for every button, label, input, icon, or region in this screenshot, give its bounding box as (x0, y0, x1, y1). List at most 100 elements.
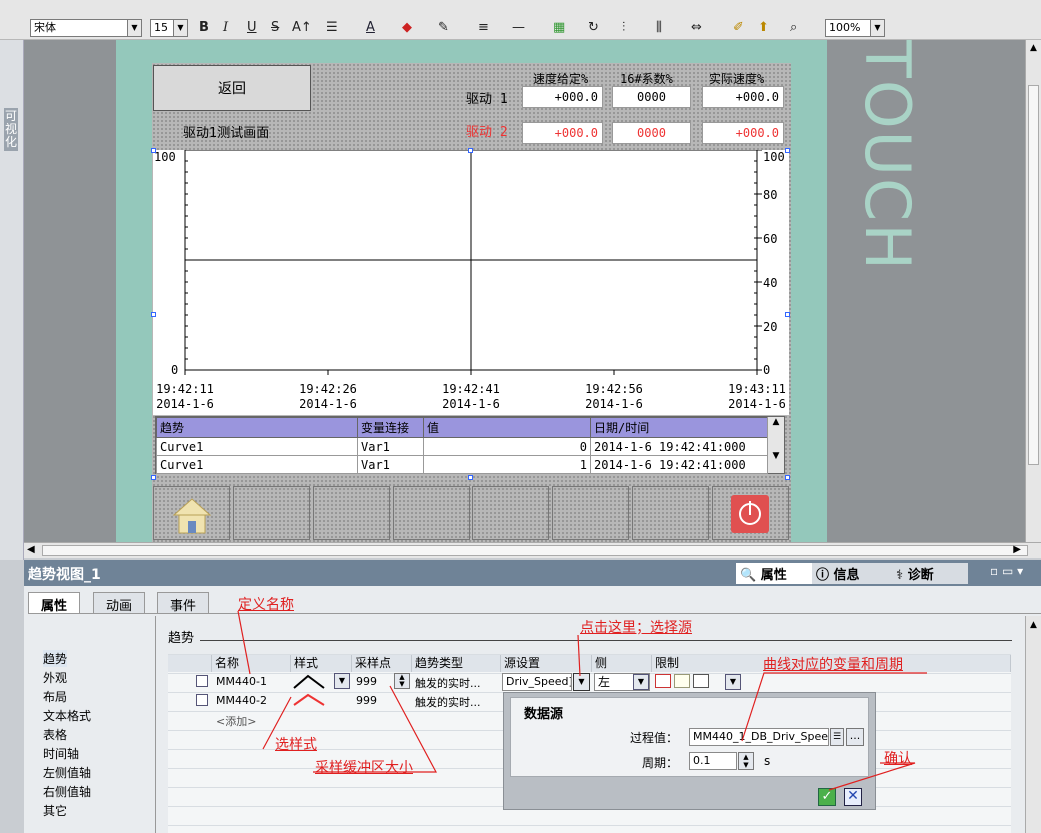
drive2-speed-set-field[interactable]: +000.0 (522, 122, 603, 144)
drive1-coef-field[interactable]: 0000 (612, 86, 691, 108)
row2-samples[interactable]: 999 (356, 694, 377, 707)
zoom-combo[interactable]: 100% ▼ (825, 19, 885, 37)
row1-style-preview[interactable] (292, 672, 328, 692)
drive1-speed-set-field[interactable]: +000.0 (522, 86, 603, 108)
function-key[interactable] (233, 486, 310, 540)
scroll-down-icon[interactable]: ▼ (768, 451, 784, 461)
table-scrollbar[interactable]: ▲ ▼ (767, 417, 784, 473)
row1-source-field[interactable]: Driv_Speed] (502, 673, 572, 691)
font-grow-icon[interactable]: A↑ (292, 19, 312, 37)
row1-samples[interactable]: 999 (356, 675, 377, 688)
confirm-check-icon[interactable]: ✓ (818, 788, 836, 806)
font-combo[interactable]: 宋体 ▼ (30, 19, 142, 37)
rotate-icon[interactable]: ↻ (588, 19, 599, 37)
period-spinner[interactable]: ▲ ▼ (738, 752, 754, 770)
scroll-thumb[interactable] (42, 545, 1028, 556)
table-row[interactable]: Curve1 Var1 1 2014-1-6 19:42:41:000 (156, 455, 768, 474)
side-dropdown-icon[interactable]: ▼ (633, 674, 649, 690)
home-key[interactable] (153, 486, 230, 540)
tag-list-icon[interactable]: ☰ (830, 728, 844, 746)
line-width-icon[interactable]: ≡ (478, 19, 489, 37)
side-item-layout[interactable]: 布局 (43, 688, 67, 705)
function-key[interactable] (552, 486, 629, 540)
selection-handle[interactable] (785, 475, 790, 480)
tab-events[interactable]: 事件 (157, 592, 210, 614)
row2-style-preview[interactable] (292, 691, 328, 711)
process-value-field[interactable]: MM440_1_DB_Driv_Spee (689, 728, 829, 746)
bold-button[interactable]: B (199, 19, 209, 37)
function-key[interactable] (632, 486, 709, 540)
selection-handle[interactable] (785, 312, 790, 317)
fill-color-icon[interactable]: ◆ (402, 19, 412, 37)
line-color-icon[interactable]: ✎ (438, 19, 449, 37)
drive1-actual-field[interactable]: +000.0 (702, 86, 784, 108)
tab-animation[interactable]: 动画 (93, 592, 146, 614)
limit-dropdown-icon[interactable]: ▼ (725, 674, 741, 690)
spacing-icon[interactable]: ⇔ (691, 19, 702, 37)
side-item-right-value-axis[interactable]: 右侧值轴 (43, 783, 91, 800)
drive2-actual-field[interactable]: +000.0 (702, 122, 784, 144)
side-item-time-axis[interactable]: 时间轴 (43, 745, 79, 762)
distribute-icon[interactable]: ⫼ (656, 19, 662, 37)
row1-trend-type[interactable]: 触发的实时... (415, 675, 481, 691)
side-item-other[interactable]: 其它 (43, 802, 67, 819)
chevron-down-icon[interactable]: ▼ (870, 20, 884, 36)
align-objects-icon[interactable]: ⫶ (622, 19, 625, 37)
underline-button[interactable]: U (247, 19, 257, 37)
samples-spinner[interactable]: ▲ ▼ (394, 673, 410, 689)
selection-handle[interactable] (468, 148, 473, 153)
side-item-trend[interactable]: 趋势 (43, 650, 68, 667)
cancel-x-icon[interactable]: ✕ (844, 788, 862, 806)
scroll-right-icon[interactable]: ▶ (1013, 544, 1021, 555)
limit-upper-icon[interactable] (655, 674, 671, 688)
selection-handle[interactable] (468, 475, 473, 480)
horizontal-scrollbar[interactable]: ◀ ▶ (24, 542, 1041, 558)
add-row[interactable]: <添加> (216, 713, 256, 729)
chevron-down-icon[interactable]: ▼ (127, 20, 141, 36)
inspector-scrollbar[interactable]: ▲ (1025, 616, 1041, 833)
selection-handle[interactable] (151, 475, 156, 480)
tab-info[interactable]: ⓘ 信息 (812, 563, 892, 584)
back-button[interactable]: 返回 (153, 65, 311, 111)
zoom-icon[interactable]: ⌕ (790, 19, 797, 37)
side-item-text-format[interactable]: 文本格式 (43, 707, 91, 724)
browse-button[interactable]: ... (846, 728, 864, 746)
function-key[interactable] (393, 486, 470, 540)
chevron-down-icon[interactable]: ▼ (173, 20, 187, 36)
side-item-appearance[interactable]: 外观 (43, 669, 67, 686)
window-controls-icon[interactable]: ▫ ▭ ▾ (990, 564, 1023, 578)
font-size-combo[interactable]: 15 ▼ (150, 19, 188, 37)
limit-lower-icon[interactable] (693, 674, 709, 688)
selection-handle[interactable] (151, 312, 156, 317)
align-icon[interactable]: ☰ (326, 19, 338, 37)
font-color-icon[interactable]: A (366, 19, 375, 37)
scroll-up-icon[interactable]: ▲ (1026, 43, 1041, 53)
italic-button[interactable]: I (223, 19, 228, 37)
exit-key[interactable] (712, 486, 789, 540)
strikethrough-button[interactable]: S (271, 19, 279, 37)
scroll-thumb[interactable] (1028, 85, 1039, 465)
visualization-tab[interactable]: 可视化 (4, 108, 18, 151)
drive2-coef-field[interactable]: 0000 (612, 122, 691, 144)
trend-view[interactable]: 100 0 100 80 60 40 20 0 19:42:11 2014-1-6 19:42… (153, 149, 789, 415)
table-row[interactable]: Curve1 Var1 0 2014-1-6 19:42:41:000 (156, 437, 768, 456)
arrange-icon[interactable]: ▦ (553, 19, 565, 37)
source-dropdown-icon[interactable]: ▼ (573, 673, 590, 691)
layer-icon[interactable]: ⬆ (758, 19, 769, 37)
period-field[interactable]: 0.1 (689, 752, 737, 770)
style-dropdown-icon[interactable]: ▼ (334, 673, 350, 689)
selection-handle[interactable] (151, 148, 156, 153)
line-style-icon[interactable]: — (512, 19, 525, 37)
row2-name[interactable]: MM440-2 (216, 694, 267, 707)
function-key[interactable] (472, 486, 549, 540)
row1-name[interactable]: MM440-1 (216, 675, 267, 688)
vertical-scrollbar[interactable]: ▲ (1025, 40, 1041, 542)
side-item-left-value-axis[interactable]: 左侧值轴 (43, 764, 91, 781)
limit-warning-icon[interactable] (674, 674, 690, 688)
scroll-left-icon[interactable]: ◀ (27, 544, 35, 555)
row2-trend-type[interactable]: 触发的实时... (415, 694, 481, 710)
scroll-up-icon[interactable]: ▲ (1026, 620, 1041, 630)
tab-diagnostics[interactable]: ⚕ 诊断 (892, 563, 968, 584)
selection-handle[interactable] (785, 148, 790, 153)
tab-properties-main[interactable]: 属性 (28, 592, 81, 614)
